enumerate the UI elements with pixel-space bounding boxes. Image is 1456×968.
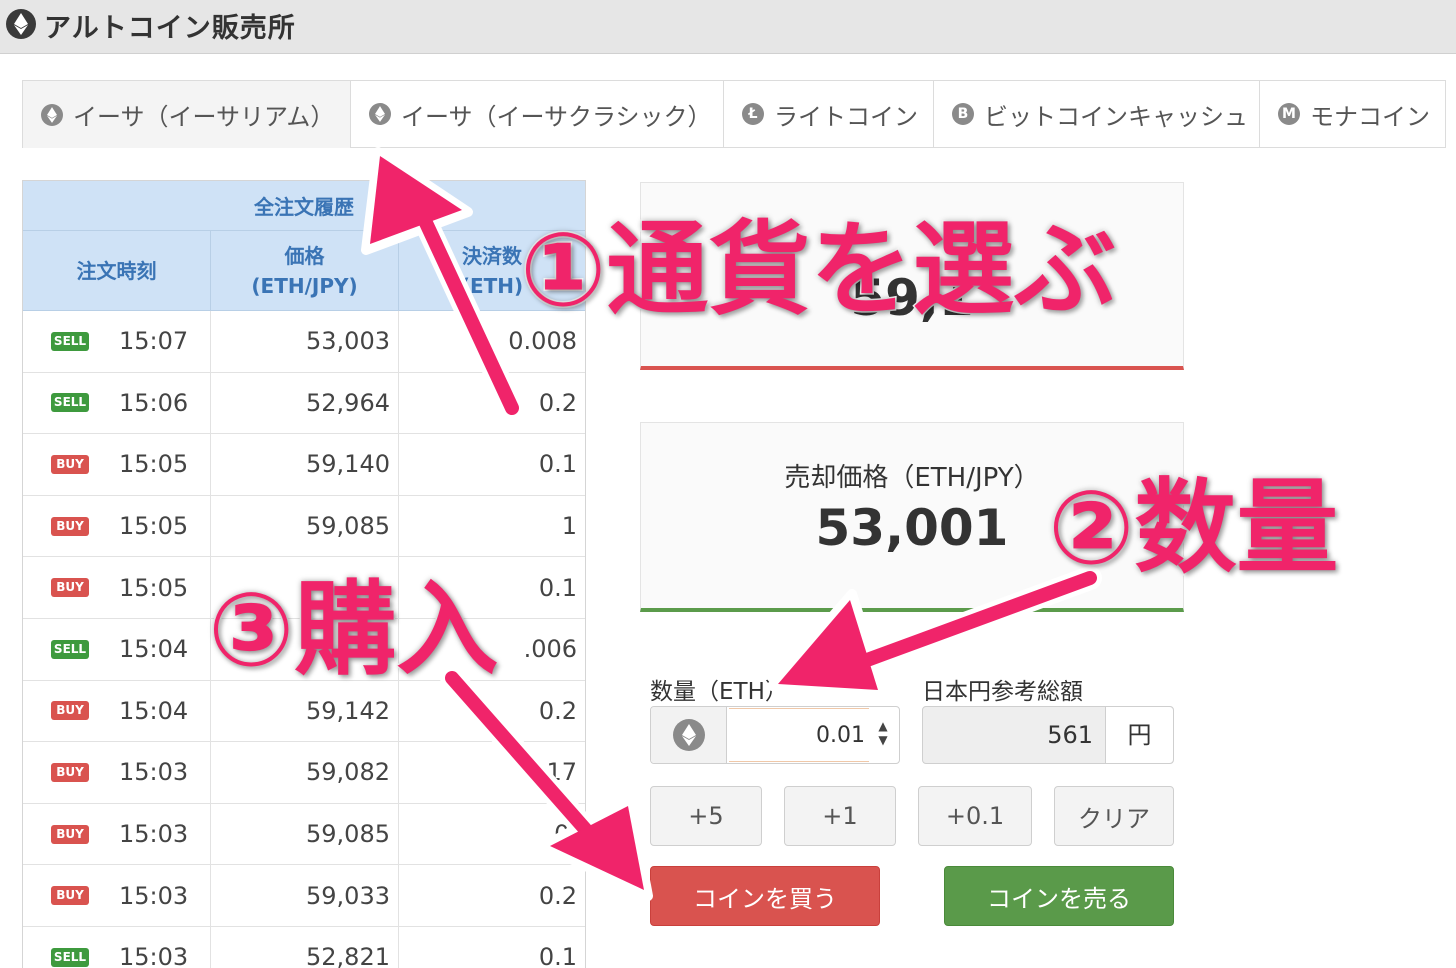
time-value: 15:04 [119,635,189,664]
side-badge: SELL [51,331,89,351]
time-cell: BUY 15:04 [23,680,211,742]
time-cell: SELL 15:03 [23,926,211,968]
annotation-step1: ①通貨を選ぶ [518,210,1117,332]
tab-monacoin[interactable]: M モナコイン [1259,80,1446,148]
buy-coin-button[interactable]: コインを買う [650,866,880,926]
table-row: BUY 15:03 59,085 0. [23,803,585,866]
jpy-unit: 円 [1105,707,1173,763]
tab-label: イーサ（イーサクラシック） [401,102,712,131]
side-badge: SELL [51,639,89,659]
tab-litecoin[interactable]: Ł ライトコイン [723,80,934,148]
sell-coin-button[interactable]: コインを売る [944,866,1174,926]
jpy-total-label: 日本円参考総額 [922,679,1083,705]
time-value: 15:05 [119,512,189,541]
litecoin-icon: Ł [742,103,764,125]
table-caption: 全注文履歴 [23,181,585,231]
table-row: SELL 15:06 52,964 0.2 [23,372,585,435]
ethereum-icon [41,103,63,126]
column-header-price: 価格 (ETH/JPY) [211,231,399,310]
currency-tabs: イーサ（イーサリアム） イーサ（イーサクラシック） Ł ライトコイン B ビット… [22,80,1446,148]
time-value: 15:05 [119,450,189,479]
quantity-label: 数量（ETH） [650,679,788,705]
quantity-cell: 0. [554,820,577,849]
price-cell: 59,085 [211,803,399,865]
quantity-addon [651,707,727,763]
side-badge: SELL [51,947,89,967]
time-cell: BUY 15:03 [23,803,211,865]
time-value: 15:05 [119,573,189,602]
time-cell: BUY 15:05 [23,557,211,618]
time-value: 15:03 [119,758,189,787]
add-1-button[interactable]: +1 [784,786,896,846]
table-row: BUY 15:03 59,033 0.2 [23,865,585,927]
time-value: 15:04 [119,696,189,725]
price-cell: 59,033 [211,865,399,926]
column-header-time: 注文時刻 [23,231,211,310]
table-row: SELL 15:03 52,821 0.1 [23,926,585,968]
side-badge: BUY [51,516,89,536]
time-cell: BUY 15:03 [23,742,211,803]
ethereum-icon [6,9,36,39]
table-header-row: 注文時刻 価格 (ETH/JPY) 決済数 (ETH) [23,231,585,311]
quantity-stepper[interactable]: ▲ ▼ [873,719,893,751]
quantity-cell: 0.2 [538,881,577,910]
annotation-step3: ③購入 [206,570,499,692]
time-value: 15:07 [119,327,189,356]
price-cell: 52,821 [211,926,399,968]
time-cell: BUY 15:05 [23,434,211,495]
side-badge: BUY [51,886,89,906]
ethereum-classic-icon [369,103,391,125]
side-badge: BUY [51,454,89,474]
jpy-total-field: 561 円 [922,706,1174,764]
time-cell: SELL 15:04 [23,618,211,680]
annotation-step2: ②数量 [1046,468,1339,590]
ethereum-icon [673,719,705,751]
tab-ethereum[interactable]: イーサ（イーサリアム） [22,80,351,148]
price-cell: 59,082 [211,742,399,803]
side-badge: SELL [51,393,89,413]
table-row: BUY 15:05 59,140 0.1 [23,434,585,496]
app-header: アルトコイン販売所 [0,0,1456,54]
quantity-field-group: ▲▼ [650,706,900,764]
page-title: アルトコイン販売所 [44,13,296,44]
time-cell: BUY 15:05 [23,495,211,557]
time-value: 15:03 [119,943,189,968]
time-value: 15:03 [119,881,189,910]
tab-label: イーサ（イーサリアム） [73,103,335,131]
add-5-button[interactable]: +5 [650,786,762,846]
table-row: BUY 15:03 59,082 17 [23,742,585,804]
price-cell: 59,140 [211,434,399,495]
table-row: SELL 15:07 53,003 0.008 [23,311,585,373]
price-cell: 52,964 [211,372,399,434]
tab-label: モナコイン [1310,102,1430,131]
quantity-input[interactable] [729,708,869,762]
jpy-total-value: 561 [1047,721,1093,749]
time-value: 15:06 [119,388,189,417]
side-badge: BUY [51,762,89,782]
quantity-cell: 0.1 [538,450,577,479]
quantity-cell: 17 [546,758,577,787]
tab-ethereum-classic[interactable]: イーサ（イーサクラシック） [350,80,724,148]
tab-label: ビットコインキャッシュ [984,102,1248,131]
side-badge: BUY [51,824,89,844]
tab-bitcoin-cash[interactable]: B ビットコインキャッシュ [933,80,1260,148]
side-badge: BUY [51,701,89,721]
time-cell: SELL 15:06 [23,372,211,434]
time-value: 15:03 [119,820,189,849]
price-cell: 53,003 [211,311,399,372]
time-cell: BUY 15:03 [23,865,211,926]
time-cell: SELL 15:07 [23,311,211,372]
quantity-cell: 0.1 [538,943,577,968]
add-0-1-button[interactable]: +0.1 [918,786,1032,846]
bitcoin-cash-icon: B [952,103,974,125]
quantity-cell: 0.2 [538,388,577,417]
tab-label: ライトコイン [774,102,918,131]
clear-button[interactable]: クリア [1054,786,1174,846]
monacoin-icon: M [1278,103,1300,125]
side-badge: BUY [51,578,89,598]
